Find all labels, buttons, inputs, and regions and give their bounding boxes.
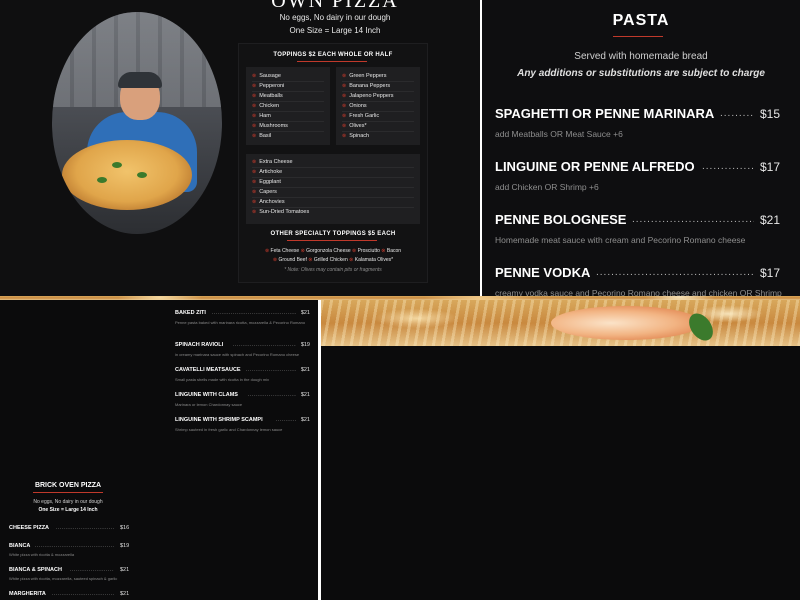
leader-dots: ........................................…	[70, 567, 114, 573]
menu-item-description: Penne pasta baked with marinara ricotta,…	[175, 320, 306, 325]
topping-item: Olives*	[342, 123, 366, 129]
dough-note: No eggs, No dairy in our dough	[33, 499, 103, 505]
leader-dots: ........................................…	[276, 417, 296, 423]
menu-item-price: $19	[120, 543, 130, 549]
size-note: One Size = Large 14 Inch	[38, 507, 98, 513]
pasta-pizza-menu-panel: BAKED ZITI .............................…	[0, 300, 318, 600]
topping-item: Sun-Dried Tomatoes	[252, 209, 309, 215]
olives-note: * Note: Olives may contain pits or fragm…	[284, 267, 382, 273]
leader-dots: ........................................…	[246, 367, 296, 373]
leader-dots: ........................................…	[56, 525, 114, 531]
topping-item: Spinach	[342, 133, 369, 139]
menu-item-price: $21	[120, 591, 130, 597]
menu-item-name: CAVATELLI MEATSAUCE	[175, 367, 241, 373]
menu-item-description: add Chicken OR Shrimp +6	[495, 182, 599, 192]
menu-item-price: $21	[120, 567, 130, 573]
pasta-subtitle: Served with homemade bread	[574, 51, 708, 62]
menu-item-name: BAKED ZITI	[175, 310, 206, 316]
heading-underline	[613, 36, 663, 37]
menu-item-price: $17	[759, 160, 780, 174]
dough-note: No eggs, No dairy in our dough	[279, 13, 391, 22]
menu-item-description: Marinara or lemon Chardonnay sauce	[175, 402, 243, 407]
topping-item: Chicken	[252, 103, 279, 109]
topping-item: Banana Peppers	[342, 83, 390, 89]
menu-item-description: Small pasta shells made with ricotta in …	[175, 377, 270, 382]
menu-item-name: PENNE BOLOGNESE	[495, 212, 627, 227]
menu-item-name: SPAGHETTI OR PENNE MARINARA	[495, 106, 715, 121]
brick-oven-heading: BRICK OVEN PIZZA	[34, 482, 102, 489]
pizza-heading: OWN PIZZA	[271, 0, 399, 12]
leader-dots: ........................................…	[720, 108, 754, 119]
size-note: One Size = Large 14 Inch	[289, 26, 381, 35]
leader-dots: ........................................…	[52, 591, 114, 597]
specialty-row-1: ⊗ Feta Cheese ⊗ Gorgonzola Cheese ⊗ Pros…	[264, 248, 402, 254]
pasta-panel: PASTA Served with homemade bread Any add…	[482, 0, 800, 296]
topping-item: Capers	[252, 189, 277, 195]
menu-item-name: CHEESE PIZZA	[9, 525, 50, 531]
topping-item: Meatballs	[252, 93, 283, 99]
menu-item-price: $21	[300, 367, 310, 373]
leader-dots: ........................................…	[35, 543, 114, 549]
topping-item: Fresh Garlic	[342, 113, 379, 119]
leader-dots: ........................................…	[702, 161, 754, 172]
pasta-heading: PASTA	[612, 12, 670, 29]
topping-item: Green Peppers	[342, 73, 386, 79]
leader-dots: ........................................…	[248, 392, 296, 398]
menu-item-description: White pizza with ricotta & mozzarella	[9, 552, 75, 557]
leader-dots: ........................................…	[212, 310, 296, 316]
menu-item-description: Shrimp sauteed in fresh garlic and Chard…	[175, 427, 283, 432]
topping-item: Anchovies	[252, 199, 284, 205]
topping-item: Pepperoni	[252, 83, 284, 89]
menu-item-price: $15	[759, 107, 780, 121]
toppings-extra-column: Extra Cheese Artichoke Eggplant Capers A…	[246, 154, 420, 224]
leader-dots: ........................................…	[596, 267, 754, 278]
topping-item: Mushrooms	[252, 123, 288, 129]
pizza-toppings-panel: OWN PIZZA No eggs, No dairy in our dough…	[0, 0, 480, 296]
menu-item-name: SPINACH RAVIOLI	[175, 342, 224, 348]
toppings-box: TOPPINGS $2 EACH WHOLE OR HALF Sausage P…	[238, 43, 428, 283]
specialty-header: OTHER SPECIALTY TOPPINGS $5 EACH	[270, 231, 396, 237]
topping-item: Extra Cheese	[252, 159, 292, 165]
menu-item-name: BIANCA & SPINACH	[9, 567, 62, 573]
topping-item: Artichoke	[252, 169, 282, 175]
menu-item-name: LINGUINE WITH SHRIMP SCAMPI	[175, 417, 263, 423]
menu-item-description: in creamy marinara sauce with spinach an…	[175, 352, 300, 357]
food-photo-panel	[321, 300, 800, 600]
menu-item-price: $17	[759, 266, 780, 280]
menu-item-price: $21	[300, 310, 310, 316]
menu-item-name: LINGUINE WITH CLAMS	[175, 392, 238, 398]
menu-item-description: White pizza with ricotta, mozzarella, sa…	[9, 576, 118, 581]
menu-item-description: creamy vodka sauce and Pecorino Romano c…	[495, 288, 782, 296]
menu-item-name: LINGUINE OR PENNE ALFREDO	[495, 159, 695, 174]
pasta-charge-note: Any additions or substitutions are subje…	[517, 68, 765, 79]
leader-dots: ........................................…	[233, 342, 296, 348]
menu-item-price: $16	[120, 525, 130, 531]
menu-item-name: PENNE VODKA	[495, 265, 591, 280]
toppings-left-column: Sausage Pepperoni Meatballs Chicken Ham …	[246, 67, 330, 145]
heading-underline	[33, 492, 103, 493]
menu-item-description: add Meatballs OR Meat Sauce +6	[495, 129, 623, 139]
topping-item: Eggplant	[252, 179, 281, 185]
topping-item: Jalapeno Peppers	[342, 93, 393, 99]
topping-item: Onions	[342, 103, 366, 109]
menu-item-price: $21	[759, 213, 780, 227]
menu-item-price: $21	[300, 417, 310, 423]
toppings-right-column: Green Peppers Banana Peppers Jalapeno Pe…	[336, 67, 420, 145]
chef-photo	[52, 12, 222, 234]
menu-item-price: $21	[300, 392, 310, 398]
menu-item-name: BIANCA	[9, 543, 31, 549]
pasta-photo	[321, 300, 800, 346]
topping-item: Basil	[252, 133, 271, 139]
specialty-row-2: ⊗ Ground Beef ⊗ Grilled Chicken ⊗ Kalama…	[272, 257, 394, 263]
topping-item: Ham	[252, 113, 271, 119]
menu-item-description: Homemade meat sauce with cream and Pecor…	[495, 235, 746, 245]
topping-item: Sausage	[252, 73, 281, 79]
menu-item-price: $19	[300, 342, 310, 348]
toppings-header: TOPPINGS $2 EACH WHOLE OR HALF	[273, 52, 393, 58]
leader-dots: ........................................…	[632, 214, 754, 225]
menu-item-name: MARGHERITA	[9, 591, 46, 597]
